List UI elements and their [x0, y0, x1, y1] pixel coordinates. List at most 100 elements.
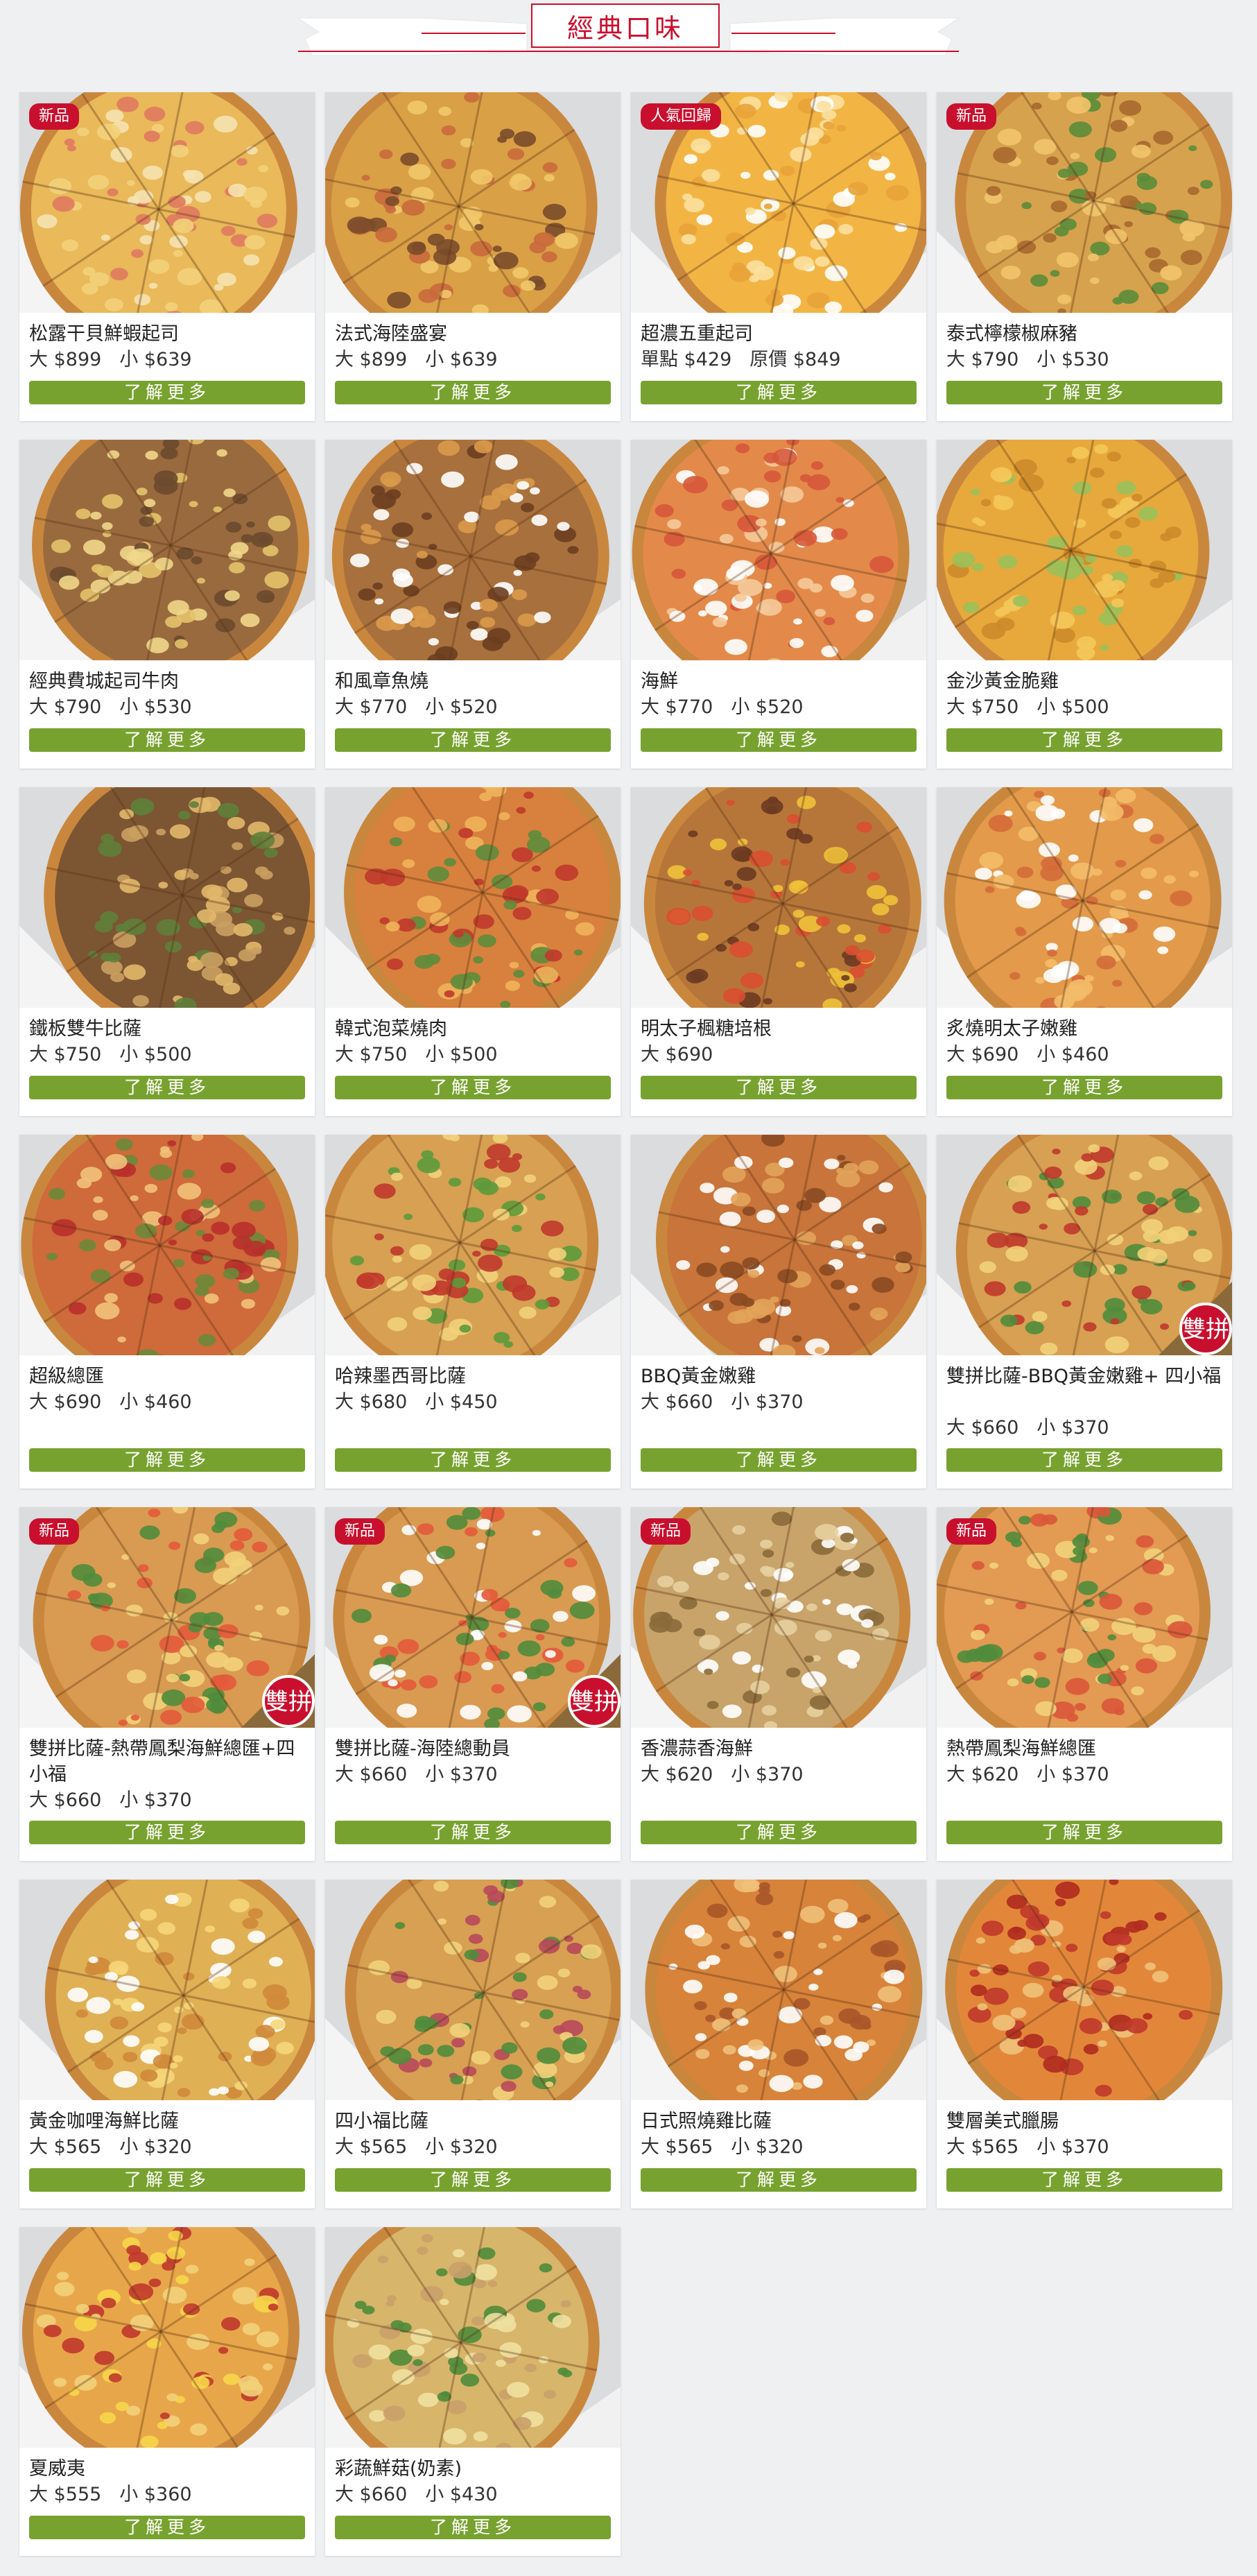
- section-title: 經典口味: [566, 12, 684, 44]
- learn-more-button[interactable]: 了解更多: [29, 1821, 305, 1844]
- product-card[interactable]: BBQ黃金嫩雞大 $660 小 $370 了解更多: [631, 1135, 926, 1488]
- pizza-image[interactable]: 新品: [937, 92, 1232, 313]
- product-card[interactable]: 金沙黃金脆雞大 $750 小 $500 了解更多: [937, 440, 1232, 768]
- product-card[interactable]: 四小福比薩大 $565 小 $320 了解更多: [325, 1880, 621, 2208]
- learn-more-button[interactable]: 了解更多: [946, 728, 1222, 752]
- product-card[interactable]: 炙燒明太子嫩雞大 $690 小 $460 了解更多: [937, 787, 1232, 1116]
- learn-more-button[interactable]: 了解更多: [335, 1821, 611, 1844]
- pizza-image[interactable]: [325, 1135, 621, 1355]
- pizza-image[interactable]: [937, 787, 1232, 1008]
- learn-more-button[interactable]: 了解更多: [29, 381, 305, 404]
- product-name: 夏威夷: [29, 2458, 85, 2480]
- pizza-image[interactable]: [325, 787, 621, 1008]
- learn-more-button[interactable]: 了解更多: [641, 1821, 917, 1844]
- learn-more-button[interactable]: 了解更多: [335, 2168, 611, 2192]
- product-card[interactable]: 明太子楓糖培根大 $690 了解更多: [631, 787, 926, 1116]
- pizza-image[interactable]: [631, 787, 926, 1008]
- learn-more-button[interactable]: 了解更多: [335, 2516, 611, 2539]
- product-card[interactable]: 韓式泡菜燒肉大 $750 小 $500 了解更多: [325, 787, 621, 1116]
- product-name: 法式海陸盛宴: [335, 323, 447, 345]
- pizza-image[interactable]: 新品 雙拼: [19, 1507, 315, 1728]
- pizza-image[interactable]: 新品: [19, 92, 315, 313]
- pizza-image[interactable]: [325, 2227, 621, 2448]
- price-small: 小 $639: [425, 349, 498, 370]
- product-card[interactable]: 雙拼 雙拼比薩-BBQ黃金嫩雞+ 四小福大 $660 小 $370 了解更多: [937, 1135, 1232, 1488]
- product-card[interactable]: 黃金咖哩海鮮比薩大 $565 小 $320 了解更多: [19, 1880, 315, 2208]
- price-small: 小 $530: [1037, 349, 1109, 370]
- product-card[interactable]: 日式照燒雞比薩大 $565 小 $320 了解更多: [631, 1880, 926, 2208]
- product-card[interactable]: 新品 松露干貝鮮蝦起司大 $899 小 $639 了解更多: [19, 92, 315, 421]
- learn-more-button[interactable]: 了解更多: [641, 728, 917, 752]
- product-card[interactable]: 人氣回歸 超濃五重起司 單點 $429 原價 $849 了解更多: [631, 92, 926, 421]
- price-small: 原價 $849: [749, 349, 841, 370]
- svg-text:雙拼: 雙拼: [571, 1688, 618, 1716]
- learn-more-button[interactable]: 了解更多: [946, 1448, 1222, 1472]
- product-card[interactable]: 超級總匯大 $690 小 $460 了解更多: [19, 1135, 315, 1488]
- learn-more-button[interactable]: 了解更多: [641, 381, 917, 404]
- product-card[interactable]: 彩蔬鮮菇(奶素) 大 $660 小 $430 了解更多: [325, 2227, 621, 2556]
- pizza-image[interactable]: 人氣回歸: [631, 92, 926, 313]
- learn-more-button[interactable]: 了解更多: [946, 2168, 1222, 2192]
- product-badge: 人氣回歸: [641, 103, 722, 130]
- pizza-image[interactable]: [631, 440, 926, 660]
- price-large: 大 $620: [641, 1764, 713, 1785]
- price-large: 大 $660: [335, 2484, 408, 2505]
- product-card[interactable]: 新品 雙拼 雙拼比薩-熱帶鳳梨海鮮總匯+四小福大 $660 小 $370 了解更多: [19, 1507, 315, 1861]
- learn-more-button[interactable]: 了解更多: [29, 1076, 305, 1099]
- price-large: 大 $565: [29, 2136, 102, 2158]
- pizza-image[interactable]: 新品: [631, 1507, 926, 1728]
- learn-more-button[interactable]: 了解更多: [946, 1076, 1222, 1099]
- product-card[interactable]: 哈辣墨西哥比薩大 $680 小 $450 了解更多: [325, 1135, 621, 1488]
- product-name: 超濃五重起司: [641, 323, 753, 345]
- product-name: 雙層美式臘腸: [946, 2111, 1059, 2132]
- price-large: 大 $770: [641, 696, 713, 718]
- learn-more-button[interactable]: 了解更多: [29, 2168, 305, 2192]
- svg-text:雙拼: 雙拼: [1182, 1316, 1229, 1343]
- product-card[interactable]: 新品 香濃蒜香海鮮大 $620 小 $370 了解更多: [631, 1507, 926, 1861]
- product-price: 大 $899 小 $639: [29, 347, 192, 372]
- learn-more-button[interactable]: 了解更多: [29, 2516, 305, 2539]
- pizza-image[interactable]: [325, 1880, 621, 2100]
- learn-more-button[interactable]: 了解更多: [29, 728, 305, 752]
- product-name: 雙拼比薩-海陸總動員: [335, 1738, 510, 1760]
- learn-more-button[interactable]: 了解更多: [335, 728, 611, 752]
- pizza-image[interactable]: [631, 1880, 926, 2100]
- product-card[interactable]: 經典費城起司牛肉大 $790 小 $530 了解更多: [19, 440, 315, 768]
- pizza-image[interactable]: 雙拼: [937, 1135, 1232, 1355]
- svg-text:雙拼: 雙拼: [265, 1688, 312, 1716]
- pizza-image[interactable]: [19, 440, 315, 660]
- pizza-image[interactable]: [19, 1135, 315, 1355]
- pizza-image[interactable]: [325, 92, 621, 313]
- learn-more-button[interactable]: 了解更多: [335, 1076, 611, 1099]
- learn-more-button[interactable]: 了解更多: [946, 381, 1222, 404]
- product-name: 熱帶鳳梨海鮮總匯: [946, 1738, 1096, 1760]
- learn-more-button[interactable]: 了解更多: [641, 2168, 917, 2192]
- product-card[interactable]: 和風章魚燒大 $770 小 $520 了解更多: [325, 440, 621, 768]
- product-badge: 新品: [946, 1518, 997, 1545]
- pizza-image[interactable]: [19, 787, 315, 1008]
- learn-more-button[interactable]: 了解更多: [946, 1821, 1222, 1844]
- price-large: 大 $750: [946, 696, 1019, 718]
- pizza-image[interactable]: [19, 2227, 315, 2448]
- pizza-image[interactable]: 新品: [937, 1507, 1232, 1728]
- learn-more-button[interactable]: 了解更多: [641, 1448, 917, 1472]
- learn-more-button[interactable]: 了解更多: [641, 1076, 917, 1099]
- product-card[interactable]: 法式海陸盛宴大 $899 小 $639 了解更多: [325, 92, 621, 421]
- product-card[interactable]: 海鮮大 $770 小 $520 了解更多: [631, 440, 926, 768]
- learn-more-button[interactable]: 了解更多: [335, 381, 611, 404]
- pizza-image[interactable]: [631, 1135, 926, 1355]
- product-card[interactable]: 新品熱帶鳳梨海鮮總匯大 $620 小 $370 了解更多: [937, 1507, 1232, 1861]
- learn-more-button[interactable]: 了解更多: [335, 1448, 611, 1472]
- learn-more-button[interactable]: 了解更多: [29, 1448, 305, 1472]
- product-card[interactable]: 鐵板雙牛比薩大 $750 小 $500 了解更多: [19, 787, 315, 1116]
- product-price: 大 $620 小 $370: [946, 1762, 1109, 1787]
- pizza-image[interactable]: [19, 1880, 315, 2100]
- pizza-image[interactable]: 新品 雙拼: [325, 1507, 621, 1728]
- pizza-image[interactable]: [937, 440, 1232, 660]
- pizza-image[interactable]: [325, 440, 621, 660]
- product-card[interactable]: 夏威夷大 $555 小 $360 了解更多: [19, 2227, 315, 2556]
- product-card[interactable]: 雙層美式臘腸大 $565 小 $370 了解更多: [937, 1880, 1232, 2208]
- product-card[interactable]: 新品 泰式檸檬椒麻豬大 $790 小 $530 了解更多: [937, 92, 1232, 421]
- pizza-image[interactable]: [937, 1880, 1232, 2100]
- product-card[interactable]: 新品 雙拼 雙拼比薩-海陸總動員大 $660 小 $370 了解更多: [325, 1507, 621, 1861]
